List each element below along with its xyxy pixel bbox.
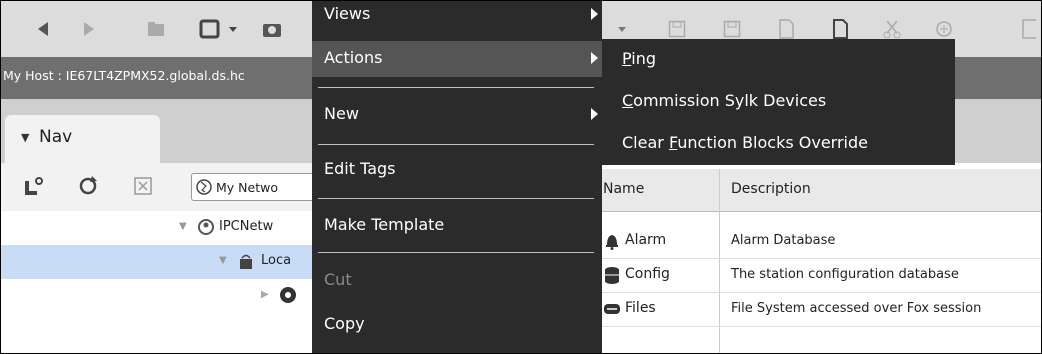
expand-arrow-icon[interactable]: ▶ [261, 289, 269, 300]
menu-item-new[interactable]: New [312, 97, 602, 133]
menu-item-actions[interactable]: Actions [312, 41, 602, 77]
submenu-item-clear-function-blocks-override[interactable]: Clear Function Blocks Override [602, 125, 955, 163]
table-row[interactable]: Alarm Alarm Database [601, 224, 1041, 259]
menu-item-label: Make Template [324, 215, 445, 234]
actions-submenu: Ping Commission Sylk Devices Clear Funct… [602, 39, 955, 165]
bell-icon [603, 232, 621, 250]
menu-separator [318, 198, 594, 199]
menu-item-edit-tags[interactable]: Edit Tags [312, 152, 602, 188]
menu-separator [318, 144, 594, 145]
row-name: Config [625, 266, 670, 282]
row-description: The station configuration database [731, 267, 959, 282]
menu-item-label: Cut [324, 270, 352, 289]
chevron-down-icon[interactable]: ▼ [21, 131, 29, 144]
table-row[interactable]: Config The station configuration databas… [601, 258, 1041, 293]
camera-icon[interactable] [259, 14, 285, 44]
menu-separator [318, 252, 594, 253]
row-name: Files [625, 300, 656, 316]
menu-item-label: New [324, 104, 359, 123]
table-header: Name Description [601, 169, 1041, 212]
submenu-arrow-icon [591, 52, 598, 64]
side-bar-toggle-icon[interactable] [197, 14, 247, 44]
column-header-name[interactable]: Name [603, 181, 644, 197]
row-description: File System accessed over Fox session [731, 301, 982, 316]
menu-item-label: Views [324, 4, 371, 23]
station-icon [237, 252, 255, 270]
folder-icon[interactable] [143, 14, 169, 44]
app-window: My Host : IE67LT4ZPMX52.global.ds.hc ▼ N… [0, 0, 1042, 354]
menu-item-make-template[interactable]: Make Template [312, 208, 602, 244]
close-tree-icon[interactable] [133, 173, 153, 199]
nav-tab-label: Nav [39, 127, 73, 147]
menu-item-label: Copy [324, 314, 365, 333]
menu-item-copy[interactable]: Copy [312, 307, 602, 343]
alarm-node-icon [279, 286, 297, 304]
menu-item-label: Actions [324, 48, 383, 67]
paste-icon[interactable] [1021, 14, 1037, 44]
tree-item-label: IPCNetw [219, 219, 274, 234]
drive-icon [603, 300, 621, 318]
menu-item-views[interactable]: Views [312, 1, 602, 33]
tree-item-label: Loca [261, 253, 292, 268]
nav-tab[interactable]: ▼ Nav [5, 115, 160, 163]
network-connect-icon[interactable] [23, 173, 45, 199]
row-description: Alarm Database [731, 233, 836, 248]
host-address: My Host : IE67LT4ZPMX52.global.ds.hc [3, 68, 245, 83]
row-name: Alarm [625, 232, 667, 248]
menu-item-cut: Cut [312, 263, 602, 299]
table-row[interactable]: Files File System accessed over Fox sess… [601, 292, 1041, 327]
column-header-description[interactable]: Description [731, 181, 811, 197]
menu-item-label: Edit Tags [324, 159, 396, 178]
refresh-icon[interactable] [77, 173, 99, 199]
collapse-arrow-icon[interactable]: ▼ [179, 221, 187, 232]
submenu-arrow-icon [591, 8, 598, 20]
submenu-item-label: Ping [622, 49, 657, 68]
network-node-icon [197, 218, 215, 236]
database-icon [603, 266, 621, 284]
submenu-item-commission-sylk-devices[interactable]: Commission Sylk Devices [602, 83, 955, 121]
submenu-arrow-icon [591, 108, 598, 120]
network-selector-label: My Netwo [216, 179, 278, 195]
menu-separator [318, 87, 594, 88]
submenu-item-ping[interactable]: Ping [602, 41, 955, 79]
submenu-item-label: Commission Sylk Devices [622, 91, 827, 110]
forward-arrow-icon[interactable] [77, 14, 101, 44]
back-arrow-icon[interactable] [31, 14, 55, 44]
globe-icon [196, 179, 212, 195]
network-selector[interactable]: My Netwo [191, 173, 323, 201]
context-menu: Views Actions New Edit Tags Make Templat… [312, 1, 602, 353]
submenu-item-label: Clear Function Blocks Override [622, 133, 868, 152]
collapse-arrow-icon[interactable]: ▼ [219, 255, 227, 266]
station-table: Name Description Alarm Alarm Database Co… [601, 169, 1041, 353]
